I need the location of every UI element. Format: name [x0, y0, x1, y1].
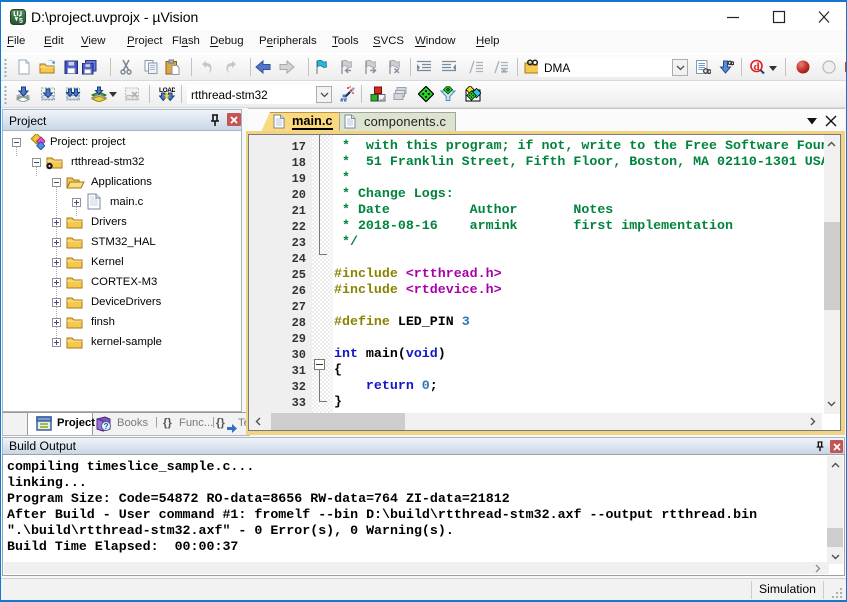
svg-text:d: d — [754, 61, 760, 73]
svg-text:?: ? — [104, 422, 109, 431]
svg-text:5: 5 — [19, 18, 23, 25]
